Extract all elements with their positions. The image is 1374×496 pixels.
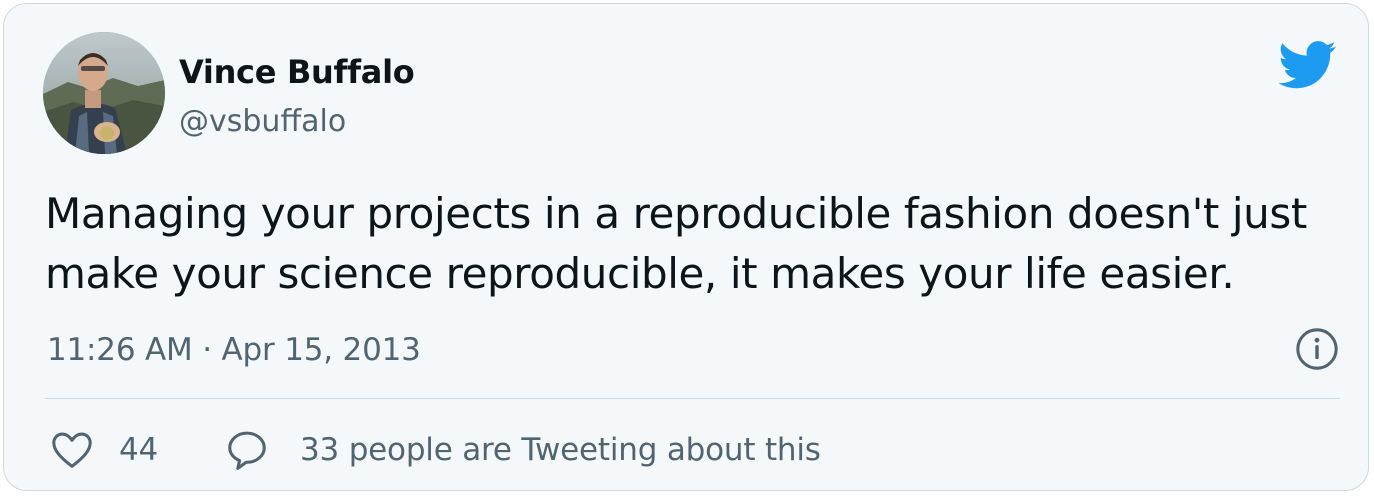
twitter-bird-icon[interactable] (1279, 40, 1337, 90)
tweet-card[interactable]: Vince Buffalo @vsbuffalo Managing your p… (3, 3, 1369, 491)
avatar[interactable] (43, 32, 165, 154)
tweet-timestamp[interactable]: 11:26 AM · Apr 15, 2013 (47, 329, 421, 371)
tweet-text: Managing your projects in a reproducible… (45, 189, 1307, 298)
like-count: 44 (119, 432, 159, 468)
like-button[interactable]: 44 (49, 426, 158, 474)
reply-bubble-icon (228, 431, 266, 470)
divider (45, 398, 1340, 399)
conversation-label: 33 people are Tweeting about this (300, 432, 821, 468)
author-name[interactable]: Vince Buffalo (179, 52, 415, 92)
avatar-photo (43, 32, 165, 154)
heart-icon (52, 432, 92, 468)
info-icon[interactable] (1294, 326, 1340, 372)
author-handle[interactable]: @vsbuffalo (179, 102, 346, 142)
conversation-button[interactable]: 33 people are Tweeting about this (224, 426, 821, 474)
